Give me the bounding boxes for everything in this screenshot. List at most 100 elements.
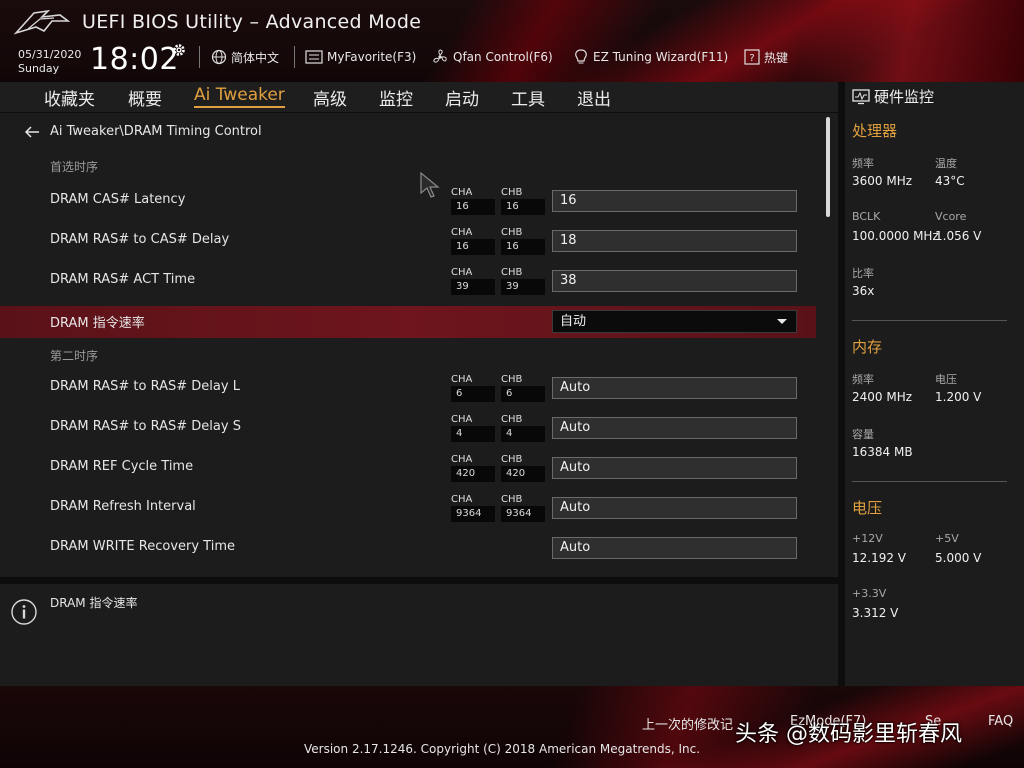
scrollbar-thumb[interactable] [826, 117, 830, 217]
chb-value: 9364 [501, 506, 545, 522]
command-rate-select[interactable]: 自动 [552, 310, 797, 333]
qfan-button[interactable]: Qfan Control(F6) [431, 46, 553, 68]
chb-value: 4 [501, 426, 545, 442]
help-question-icon: ? [744, 49, 760, 65]
mem-capacity-value: 16384 MB [852, 445, 913, 459]
cha-label: CHA [451, 454, 473, 465]
hardware-monitor-title: 硬件监控 [852, 86, 934, 107]
cpu-freq-key: 频率 [852, 157, 874, 170]
cas-latency-input[interactable]: 16 [552, 190, 797, 212]
chb-value: 16 [501, 239, 545, 255]
breadcrumb[interactable]: Ai Tweaker\DRAM Timing Control [24, 124, 262, 139]
hardware-monitor-title-text: 硬件监控 [874, 88, 935, 106]
day-text: Sunday [18, 62, 60, 75]
back-arrow-icon[interactable] [24, 125, 40, 138]
cha-value: 6 [451, 386, 495, 402]
app-title: UEFI BIOS Utility – Advanced Mode [82, 11, 422, 33]
hotkeys-button[interactable]: ? 热键 [744, 46, 788, 68]
globe-icon [211, 49, 227, 65]
mem-freq-key: 频率 [852, 373, 874, 386]
breadcrumb-path: Ai Tweaker\DRAM Timing Control [50, 124, 262, 139]
header-separator [199, 46, 200, 68]
help-panel: DRAM 指令速率 [0, 584, 838, 686]
ratio-key: 比率 [852, 267, 874, 280]
language-label: 简体中文 [231, 50, 280, 65]
tab-advanced[interactable]: 高级 [313, 85, 347, 110]
tab-tool[interactable]: 工具 [511, 85, 545, 110]
cas-latency-label: DRAM CAS# Latency [50, 192, 186, 207]
gear-icon[interactable] [171, 42, 187, 58]
rrd-s-label: DRAM RAS# to RAS# Delay S [50, 419, 241, 434]
cha-value: 16 [451, 199, 495, 215]
settings-panel: Ai Tweaker\DRAM Timing Control 首选时序 DRAM… [0, 113, 838, 577]
svg-text:?: ? [749, 53, 754, 64]
tab-favorites[interactable]: 收藏夹 [44, 85, 95, 110]
ras-act-time-label: DRAM RAS# ACT Time [50, 272, 196, 287]
chb-label: CHB [501, 374, 523, 385]
lightbulb-icon [575, 49, 587, 64]
header-separator [294, 46, 295, 68]
fan-icon [433, 49, 447, 63]
bclk-value: 100.0000 MHz [852, 229, 939, 243]
section-secondary-timings: 第二时序 [50, 349, 99, 363]
header-bar: UEFI BIOS Utility – Advanced Mode 05/31/… [0, 0, 1024, 82]
v33-value: 3.312 V [852, 606, 899, 620]
ras-to-cas-delay-input[interactable]: 18 [552, 230, 797, 252]
chb-label: CHB [501, 267, 523, 278]
monitor-screen-icon [852, 88, 870, 104]
footer-bar: 上一次的修改记 EzMode(F7) Se FAQ Version 2.17.1… [0, 686, 1024, 768]
cpu-temp-value: 43°C [935, 174, 965, 188]
watermark-text: 头条 @数码影里斩春风 [735, 722, 962, 747]
cha-value: 39 [451, 279, 495, 295]
hotkeys-label: 热键 [764, 50, 789, 65]
cha-label: CHA [451, 494, 473, 505]
tab-main[interactable]: 概要 [128, 85, 162, 110]
ez-tuning-button[interactable]: EZ Tuning Wizard(F11) [573, 46, 728, 68]
bclk-key: BCLK [852, 210, 881, 223]
command-rate-label: DRAM 指令速率 [50, 316, 145, 331]
cha-value: 420 [451, 466, 495, 482]
tab-exit[interactable]: 退出 [577, 85, 611, 110]
ras-to-cas-delay-label: DRAM RAS# to CAS# Delay [50, 232, 230, 247]
chevron-down-icon [777, 319, 787, 324]
cha-label: CHA [451, 187, 473, 198]
v33-key: +3.3V [852, 587, 887, 600]
cha-label: CHA [451, 414, 473, 425]
section-primary-timings: 首选时序 [50, 160, 99, 174]
tab-monitor[interactable]: 监控 [379, 85, 413, 110]
help-text: DRAM 指令速率 [50, 596, 138, 610]
rog-logo-icon [14, 9, 70, 35]
last-modified-button[interactable]: 上一次的修改记 [642, 714, 733, 733]
cha-value: 9364 [451, 506, 495, 522]
mem-volt-key: 电压 [935, 373, 957, 386]
chb-value: 420 [501, 466, 545, 482]
ref-cycle-time-input[interactable]: Auto [552, 457, 797, 479]
ref-cycle-time-label: DRAM REF Cycle Time [50, 459, 194, 474]
tab-ai-tweaker[interactable]: Ai Tweaker [194, 85, 285, 108]
tab-boot[interactable]: 启动 [445, 85, 479, 110]
faq-button[interactable]: FAQ [988, 714, 1013, 729]
refresh-interval-input[interactable]: Auto [552, 497, 797, 519]
ras-act-time-input[interactable]: 38 [552, 270, 797, 292]
mouse-cursor-icon [420, 171, 440, 198]
date-text: 05/31/2020 [18, 48, 82, 61]
language-button[interactable]: 简体中文 [211, 46, 279, 68]
cpu-freq-value: 3600 MHz [852, 174, 913, 188]
monitor-divider [852, 481, 1007, 482]
chb-label: CHB [501, 414, 523, 425]
cha-label: CHA [451, 267, 473, 278]
voltage-section-title: 电压 [852, 499, 883, 517]
memory-section-title: 内存 [852, 338, 883, 356]
favorite-list-icon [305, 50, 323, 64]
cpu-temp-key: 温度 [935, 157, 957, 170]
myfavorite-button[interactable]: MyFavorite(F3) [305, 46, 416, 68]
info-icon [11, 599, 37, 625]
rrd-l-label: DRAM RAS# to RAS# Delay L [50, 379, 240, 394]
write-recovery-time-input[interactable]: Auto [552, 537, 797, 559]
cha-value: 16 [451, 239, 495, 255]
chb-label: CHB [501, 494, 523, 505]
monitor-divider [852, 320, 1007, 321]
cpu-section-title: 处理器 [852, 122, 898, 140]
rrd-s-input[interactable]: Auto [552, 417, 797, 439]
rrd-l-input[interactable]: Auto [552, 377, 797, 399]
